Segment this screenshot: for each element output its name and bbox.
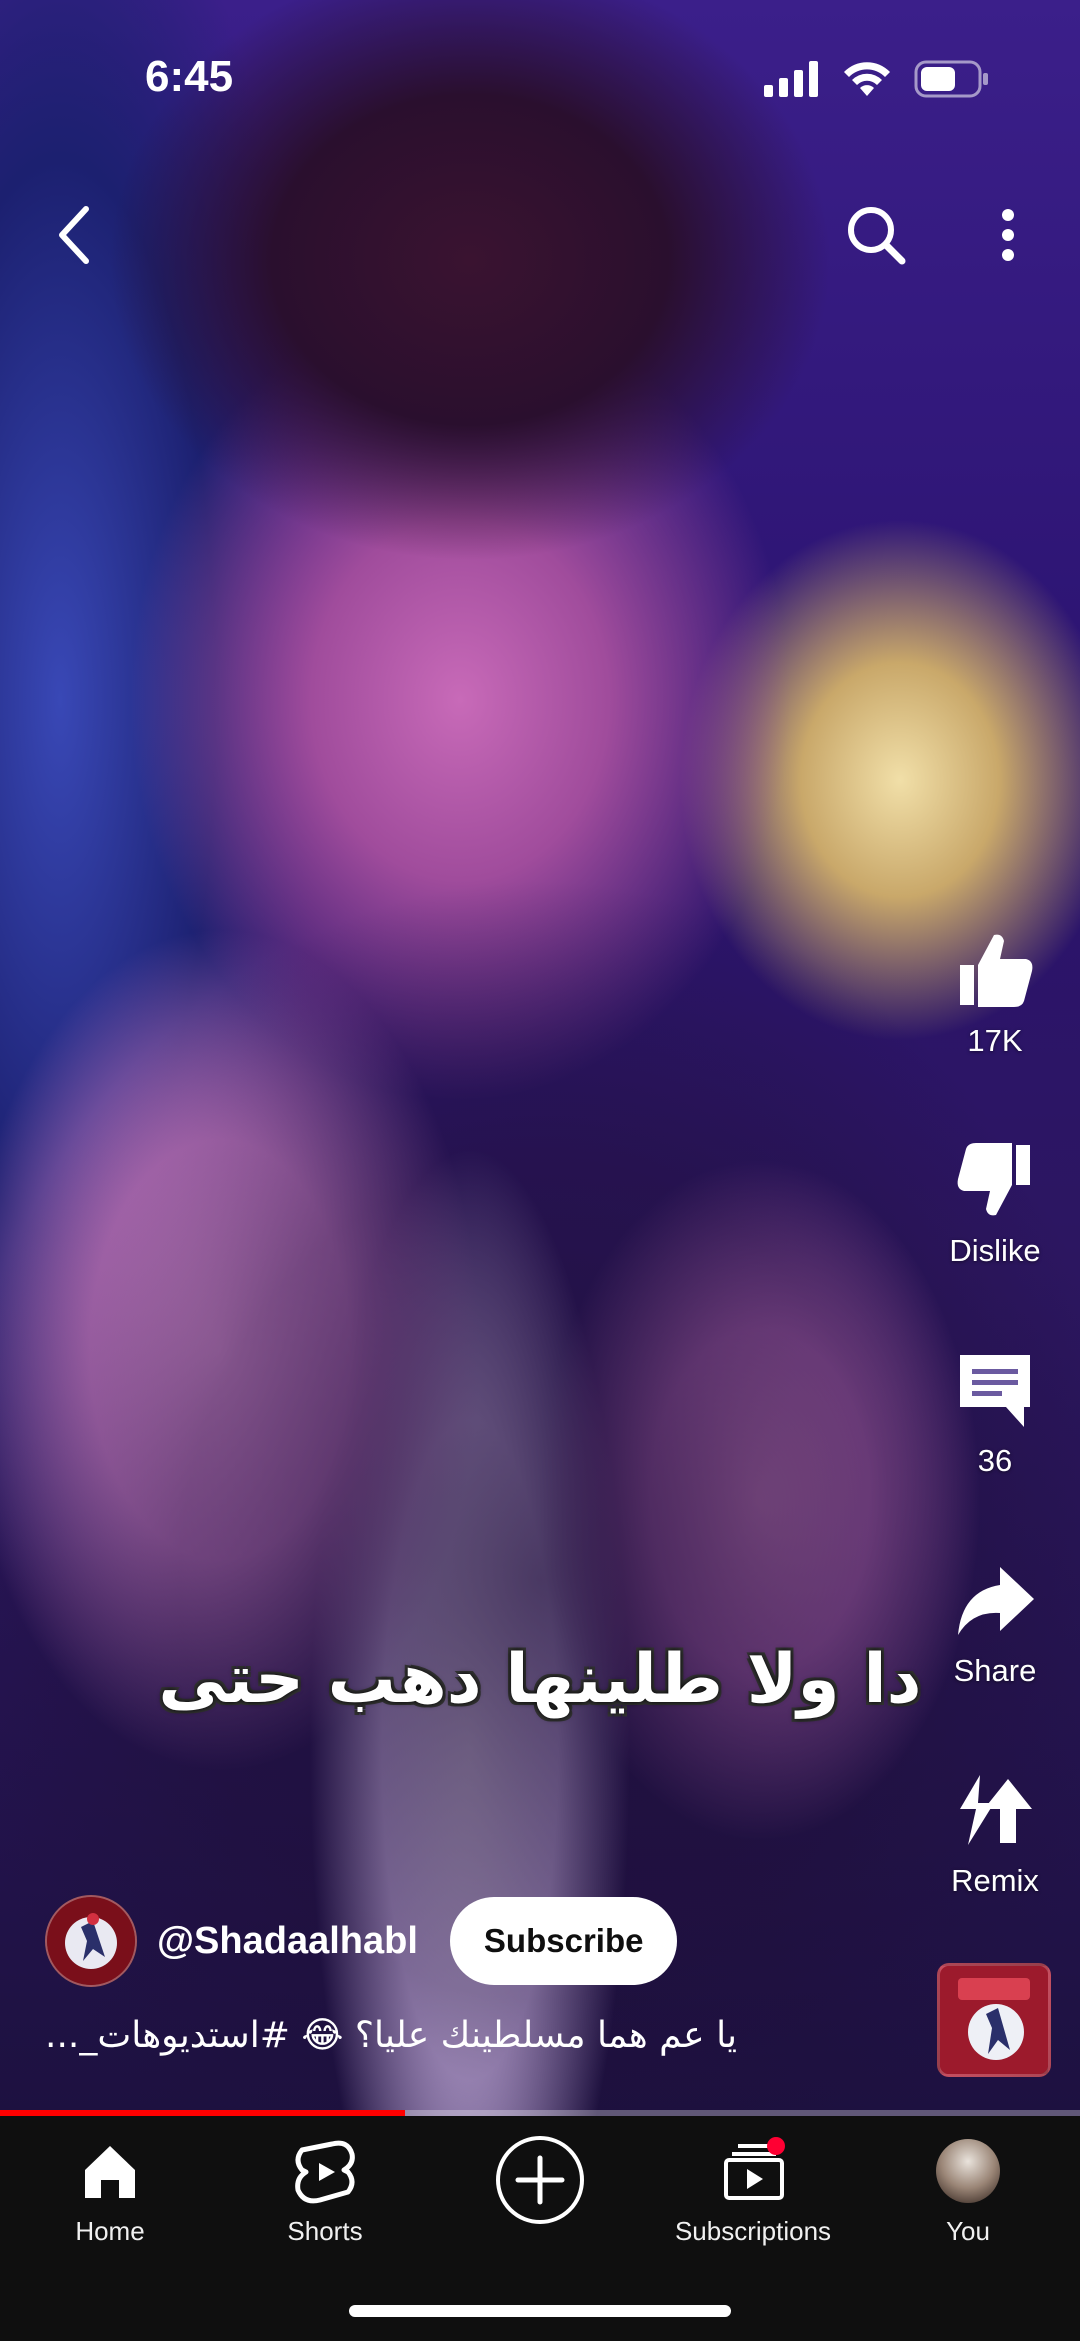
status-time: 6:45 (145, 52, 234, 101)
video-description[interactable]: يا عم هما مسلطينك عليا؟ 😂 #استديوهات_... (45, 2015, 885, 2056)
nav-shorts-label: Shorts (287, 2216, 363, 2246)
audio-source-logo-icon (940, 1966, 1048, 2074)
share-arrow-icon (958, 1567, 1034, 1635)
thumbs-down-icon (957, 1143, 1030, 1216)
audio-source-thumbnail[interactable] (937, 1963, 1051, 2077)
channel-logo-icon (47, 1897, 135, 1985)
nav-you-label: You (946, 2216, 990, 2246)
nav-shorts[interactable]: Shorts (225, 2136, 425, 2247)
home-icon (85, 2146, 135, 2198)
battery-icon (914, 60, 988, 98)
thumbs-up-icon (960, 934, 1033, 1007)
search-button[interactable] (836, 195, 916, 275)
subscribe-button[interactable]: Subscribe (449, 1897, 678, 1985)
home-indicator (349, 2305, 731, 2317)
channel-row: @Shadaalhabl Subscribe (45, 1895, 678, 1987)
wifi-icon (844, 62, 890, 96)
nav-subscriptions-label: Subscriptions (674, 2216, 832, 2246)
create-button[interactable] (494, 2134, 586, 2226)
shorts-icon (295, 2140, 355, 2204)
channel-avatar[interactable] (45, 1895, 137, 1987)
profile-avatar-icon (936, 2139, 1000, 2203)
status-bar: 6:45 (0, 0, 1080, 150)
search-icon (848, 207, 906, 265)
like-count: 17K (967, 1023, 1023, 1058)
dislike-label: Dislike (949, 1233, 1041, 1268)
chevron-left-icon (59, 206, 89, 264)
more-vertical-icon (1002, 209, 1014, 261)
cellular-signal-icon (764, 61, 818, 97)
nav-home[interactable]: Home (10, 2136, 210, 2247)
nav-you[interactable]: You (868, 2136, 1068, 2247)
dislike-button[interactable]: Dislike (910, 1135, 1080, 1269)
create-plus-icon (496, 2136, 584, 2224)
remix-icon (960, 1775, 1032, 1845)
comment-icon (960, 1355, 1030, 1427)
subscriptions-icon (724, 2137, 785, 2200)
more-options-button[interactable] (968, 195, 1048, 275)
back-button[interactable] (35, 195, 115, 275)
share-button[interactable]: Share (910, 1555, 1080, 1689)
remix-button[interactable]: Remix (910, 1765, 1080, 1899)
comments-button[interactable]: 36 (910, 1345, 1080, 1479)
comment-count: 36 (977, 1443, 1013, 1478)
share-label: Share (953, 1653, 1037, 1688)
like-button[interactable]: 17K (910, 925, 1080, 1059)
status-icons (764, 60, 990, 98)
nav-subscriptions[interactable]: Subscriptions (653, 2136, 853, 2247)
nav-home-label: Home (75, 2216, 145, 2246)
remix-label: Remix (951, 1863, 1039, 1898)
channel-handle[interactable]: @Shadaalhabl (157, 1920, 418, 1963)
